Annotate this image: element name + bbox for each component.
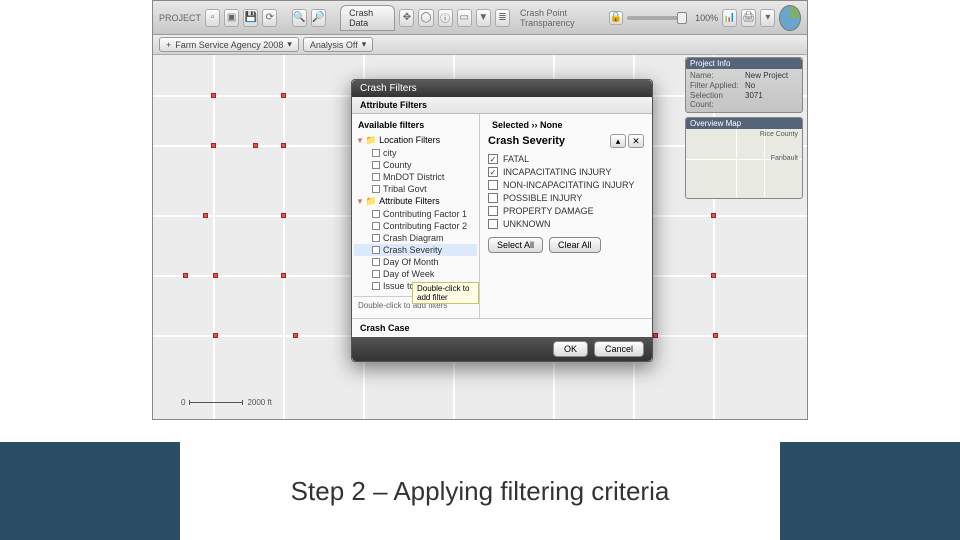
ok-button[interactable]: OK bbox=[553, 341, 588, 357]
filter-cf1[interactable]: Contributing Factor 1 bbox=[354, 208, 477, 220]
save-icon[interactable]: 💾 bbox=[243, 9, 258, 27]
severity-option-label: POSSIBLE INJURY bbox=[503, 193, 582, 203]
new-icon[interactable]: ▫ bbox=[205, 9, 220, 27]
collapse-icon[interactable]: ▴ bbox=[610, 134, 626, 148]
filter-city[interactable]: city bbox=[354, 147, 477, 159]
severity-option-0[interactable]: FATAL bbox=[488, 154, 644, 164]
chart-icon[interactable]: 📊 bbox=[722, 9, 737, 27]
cancel-button[interactable]: Cancel bbox=[594, 341, 644, 357]
tooltip-hint: Double-click to add filter bbox=[412, 282, 479, 304]
main-toolbar: PROJECT ▫ ▣ 💾 ⟳ 🔍 🔎 Crash Data ✥ ◯ ⓘ ▭ ▼… bbox=[153, 1, 807, 35]
transparency-slider[interactable] bbox=[627, 16, 687, 20]
checkbox-icon[interactable] bbox=[488, 219, 498, 229]
chevron-down-icon[interactable]: ▾ bbox=[760, 9, 775, 27]
severity-header: Crash Severity bbox=[488, 135, 565, 147]
filter-icon[interactable]: ▼ bbox=[476, 9, 491, 27]
severity-option-3[interactable]: POSSIBLE INJURY bbox=[488, 193, 644, 203]
checkbox-icon[interactable] bbox=[488, 206, 498, 216]
checkbox-icon[interactable] bbox=[488, 180, 498, 190]
zoom-in-icon[interactable]: 🔍 bbox=[292, 9, 307, 27]
slide-caption-band: Step 2 – Applying filtering criteria bbox=[0, 442, 960, 540]
project-info-panel: Project Info Name:New Project Filter App… bbox=[685, 57, 803, 113]
project-info-header: Project Info bbox=[686, 58, 802, 69]
filter-cf2[interactable]: Contributing Factor 2 bbox=[354, 220, 477, 232]
select-icon[interactable]: ▭ bbox=[457, 9, 472, 27]
lock-icon[interactable]: 🔒 bbox=[609, 11, 623, 25]
overview-city: Faribault bbox=[771, 155, 798, 162]
basemap-bar: + Farm Service Agency 2008 ▾ Analysis Of… bbox=[153, 35, 807, 55]
filter-district[interactable]: MnDOT District bbox=[354, 171, 477, 183]
checkbox-icon[interactable] bbox=[488, 193, 498, 203]
dialog-subtitle: Attribute Filters bbox=[352, 97, 652, 114]
pan-icon[interactable]: ✥ bbox=[399, 9, 414, 27]
scale-bar: 0 2000 ft bbox=[181, 398, 272, 407]
app-screenshot: PROJECT ▫ ▣ 💾 ⟳ 🔍 🔎 Crash Data ✥ ◯ ⓘ ▭ ▼… bbox=[152, 0, 808, 420]
severity-option-label: UNKNOWN bbox=[503, 219, 551, 229]
clear-all-button[interactable]: Clear All bbox=[549, 237, 601, 253]
select-all-button[interactable]: Select All bbox=[488, 237, 543, 253]
print-icon[interactable]: 🖨 bbox=[741, 9, 756, 27]
filter-tribal[interactable]: Tribal Govt bbox=[354, 183, 477, 195]
overview-region: Rice County bbox=[760, 131, 798, 138]
app-logo-icon bbox=[779, 5, 801, 31]
crash-data-tab[interactable]: Crash Data bbox=[340, 5, 395, 31]
filter-county[interactable]: County bbox=[354, 159, 477, 171]
filter-day-week[interactable]: Day of Week bbox=[354, 268, 477, 280]
analysis-select[interactable]: Analysis Off ▾ bbox=[303, 37, 373, 52]
checkbox-icon[interactable] bbox=[488, 154, 498, 164]
available-filters-header: Available filters bbox=[358, 120, 473, 130]
slide-caption: Step 2 – Applying filtering criteria bbox=[180, 442, 780, 540]
selected-filters-panel: Selected ›› None Crash Severity ▴ ✕ FATA… bbox=[480, 114, 652, 318]
refresh-icon[interactable]: ⟳ bbox=[262, 9, 277, 27]
filter-diagram[interactable]: Crash Diagram bbox=[354, 232, 477, 244]
layers-icon[interactable]: ≣ bbox=[495, 9, 510, 27]
location-filters-group[interactable]: ▼📁Location Filters bbox=[354, 134, 477, 147]
severity-option-2[interactable]: NON-INCAPACITATING INJURY bbox=[488, 180, 644, 190]
identify-icon[interactable]: ⓘ bbox=[438, 9, 453, 27]
basemap-select[interactable]: + Farm Service Agency 2008 ▾ bbox=[159, 37, 299, 52]
crash-case-section[interactable]: Crash Case bbox=[352, 318, 652, 337]
dialog-title: Crash Filters bbox=[352, 80, 652, 97]
transparency-value: 100% bbox=[695, 13, 718, 23]
severity-option-4[interactable]: PROPERTY DAMAGE bbox=[488, 206, 644, 216]
severity-option-1[interactable]: INCAPACITATING INJURY bbox=[488, 167, 644, 177]
overview-map[interactable]: Overview Map Rice County Faribault bbox=[685, 117, 803, 199]
severity-option-label: PROPERTY DAMAGE bbox=[503, 206, 594, 216]
filter-severity[interactable]: Crash Severity bbox=[354, 244, 477, 256]
selected-filters-header: Selected ›› None bbox=[492, 120, 640, 130]
severity-option-label: INCAPACITATING INJURY bbox=[503, 167, 611, 177]
attribute-filters-group[interactable]: ▼📁Attribute Filters bbox=[354, 195, 477, 208]
transparency-label: Crash Point Transparency bbox=[520, 8, 605, 28]
crash-filters-dialog: Crash Filters Attribute Filters Availabl… bbox=[351, 79, 653, 362]
filter-day-month[interactable]: Day Of Month bbox=[354, 256, 477, 268]
extent-icon[interactable]: ◯ bbox=[418, 9, 433, 27]
zoom-out-icon[interactable]: 🔎 bbox=[311, 9, 326, 27]
severity-option-5[interactable]: UNKNOWN bbox=[488, 219, 644, 229]
project-label: PROJECT bbox=[159, 13, 201, 23]
severity-option-label: FATAL bbox=[503, 154, 529, 164]
severity-option-label: NON-INCAPACITATING INJURY bbox=[503, 180, 634, 190]
overview-map-header: Overview Map bbox=[686, 118, 802, 129]
checkbox-icon[interactable] bbox=[488, 167, 498, 177]
open-icon[interactable]: ▣ bbox=[224, 9, 239, 27]
remove-icon[interactable]: ✕ bbox=[628, 134, 644, 148]
available-filters-panel: Available filters ▼📁Location Filters cit… bbox=[352, 114, 480, 318]
